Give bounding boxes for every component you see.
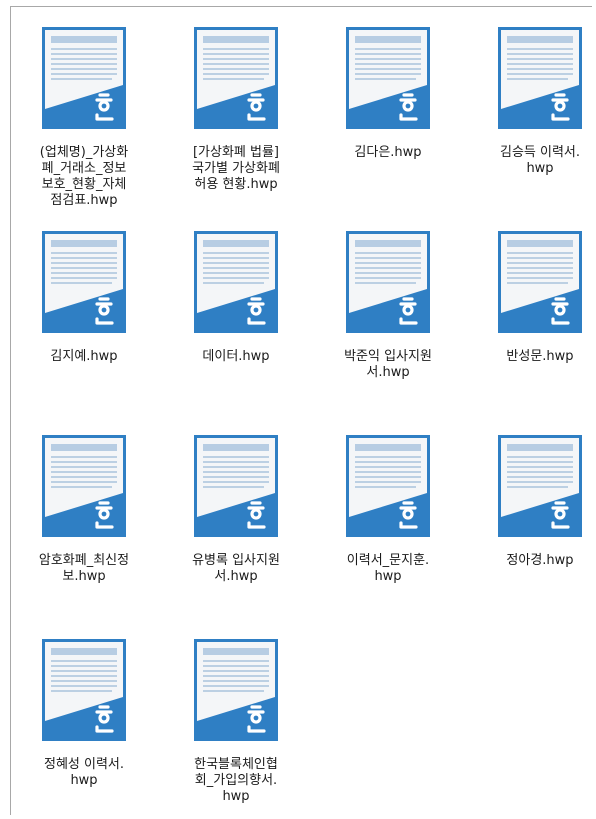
hwp-document-icon <box>346 231 430 333</box>
file-name-label: 박준익 입사지원 서.hwp <box>344 349 432 380</box>
file-name-label: (업체명)_가상화 폐_거래소_정보 보호_현황_자체 점검표.hwp <box>39 145 129 208</box>
hwp-document-icon <box>194 231 278 333</box>
file-name-label: 유병록 입사지원 서.hwp <box>192 553 280 584</box>
file-explorer-view: (업체명)_가상화 폐_거래소_정보 보호_현황_자체 점검표.hwp [가상화… <box>10 6 592 815</box>
hwp-document-icon <box>194 639 278 741</box>
file-name-label: 김지예.hwp <box>50 349 118 364</box>
hwp-document-icon <box>194 27 278 129</box>
file-name-label: 반성문.hwp <box>506 349 574 364</box>
file-name-label: 정혜성 이력서. hwp <box>43 757 125 788</box>
hwp-document-icon <box>498 231 582 333</box>
file-name-label: 데이터.hwp <box>202 349 270 364</box>
hwp-document-icon <box>498 435 582 537</box>
file-name-label: 암호화폐_최신정 보.hwp <box>38 553 130 584</box>
hwp-document-icon <box>42 231 126 333</box>
file-name-label: 한국블록체인협 회_가입의향서. hwp <box>194 757 278 804</box>
hwp-document-icon <box>42 639 126 741</box>
file-name-label: 김다은.hwp <box>354 145 422 160</box>
hwp-document-icon <box>498 27 582 129</box>
hwp-document-icon <box>346 435 430 537</box>
file-name-label: [가상화폐 법률] 국가별 가상화폐 허용 현황.hwp <box>192 145 280 192</box>
file-name-label: 김승득 이력서. hwp <box>499 145 581 176</box>
hwp-document-icon <box>346 27 430 129</box>
hwp-document-icon <box>42 435 126 537</box>
hwp-document-icon <box>42 27 126 129</box>
hwp-document-icon <box>194 435 278 537</box>
file-name-label: 이력서_문지훈. hwp <box>346 553 430 584</box>
file-name-label: 정아경.hwp <box>506 553 574 568</box>
